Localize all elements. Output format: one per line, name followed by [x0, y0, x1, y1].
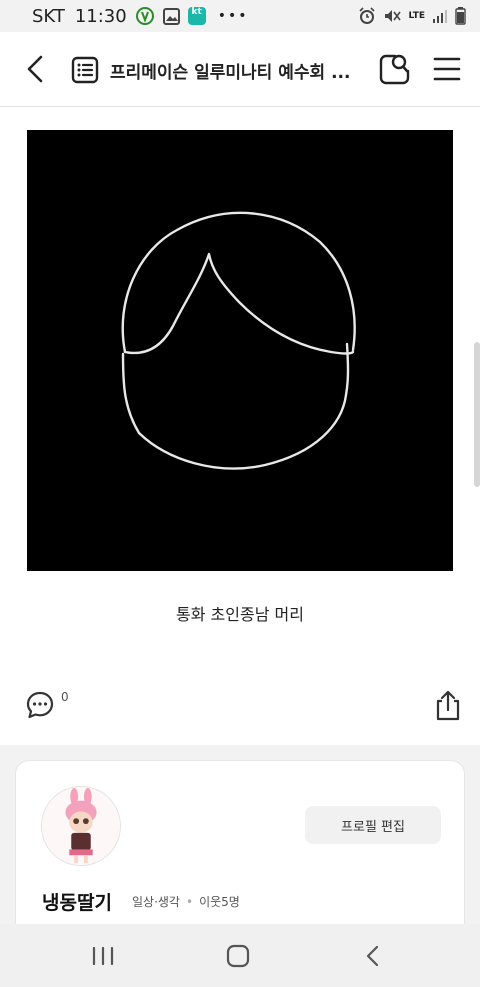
post-caption: 통화 초인종남 머리 [176, 605, 304, 624]
alarm-icon [358, 7, 376, 25]
more-notifications-icon: ••• [217, 8, 249, 24]
blog-category: 일상·생각 [132, 895, 180, 909]
page-title[interactable]: 프리메이슨 일루미나티 예수회 ... [110, 58, 360, 83]
neighbor-count[interactable]: 이웃5명 [199, 893, 240, 910]
hamburger-menu-icon[interactable] [433, 54, 461, 84]
list-board-icon[interactable] [71, 56, 99, 84]
post-image[interactable] [27, 130, 453, 571]
profile-meta: 일상·생각 • 이웃5명 [132, 893, 240, 910]
system-nav-bar [0, 924, 480, 987]
comment-count: 0 [61, 690, 69, 704]
gallery-icon [162, 7, 180, 25]
profile-card: 프로필 편집 냉동딸기 일상·생각 • 이웃5명 [15, 760, 465, 940]
carrier-label: SKT [32, 5, 65, 27]
kt-badge-icon: kt [187, 7, 206, 25]
scroll-indicator[interactable] [474, 342, 480, 487]
search-icon[interactable] [378, 52, 410, 86]
signal-icon [432, 8, 448, 24]
comment-bubble-icon[interactable] [25, 690, 55, 720]
share-icon[interactable] [434, 689, 462, 721]
nav-back-icon[interactable] [362, 944, 384, 968]
home-icon[interactable] [225, 944, 251, 968]
status-bar: SKT 11:30 kt ••• LTE [0, 0, 480, 32]
battery-icon [455, 7, 466, 25]
meta-separator: • [185, 894, 194, 909]
profile-edit-button[interactable]: 프로필 편집 [305, 806, 441, 844]
back-icon[interactable] [22, 54, 52, 84]
status-time: 11:30 [74, 5, 127, 27]
lte-label: LTE [408, 10, 425, 21]
line-drawing-head [121, 211, 356, 470]
location-pin-icon [135, 6, 155, 26]
recent-apps-icon[interactable] [90, 944, 116, 968]
mute-icon [383, 7, 402, 25]
avatar[interactable] [41, 786, 121, 866]
nickname[interactable]: 냉동딸기 [42, 888, 112, 915]
app-header: 프리메이슨 일루미나티 예수회 ... [0, 32, 480, 107]
